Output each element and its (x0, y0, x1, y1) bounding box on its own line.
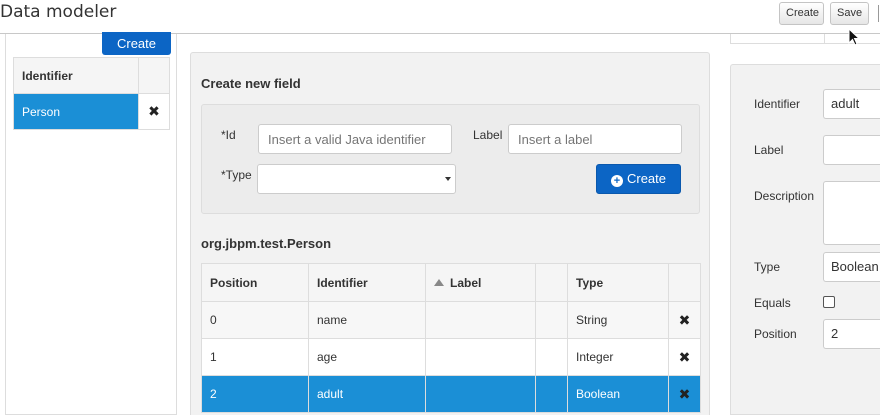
table-header-row: Identifier (13, 57, 170, 94)
app-title: Data modeler (0, 2, 117, 22)
top-bar: Data modeler Create Save (0, 0, 880, 34)
prop-description-textarea[interactable] (823, 181, 880, 245)
field-identifier: name (308, 301, 426, 339)
prop-label-label: Label (754, 143, 784, 157)
column-header-actions (668, 263, 701, 302)
field-blank (535, 338, 568, 376)
properties-tab-divider (824, 34, 825, 44)
column-header-label[interactable]: Label (425, 263, 536, 302)
field-position: 2 (201, 375, 309, 413)
column-header-actions (138, 57, 170, 94)
prop-description-label: Description (754, 189, 815, 203)
id-label: *Id (221, 128, 236, 142)
properties-form: Identifier adult Label Description Type … (730, 64, 880, 415)
field-type: Boolean (567, 375, 669, 413)
toolbar-save-button[interactable]: Save (830, 2, 869, 25)
delete-data-object-cell: ✖ (138, 93, 170, 130)
column-header-identifier[interactable]: Identifier (308, 263, 426, 302)
column-header-identifier[interactable]: Identifier (13, 57, 139, 94)
field-type: Integer (567, 338, 669, 376)
prop-type-select[interactable]: Boolean (823, 252, 880, 282)
prop-type-label: Type (754, 260, 781, 274)
create-data-object-button[interactable]: Create (102, 32, 171, 55)
field-label (425, 301, 536, 339)
table-row[interactable]: 0 name String ✖ (201, 301, 701, 339)
fields-table: Position Identifier Label Type 0 name St… (201, 263, 701, 413)
plus-circle-icon: + (610, 175, 623, 187)
prop-identifier-label: Identifier (754, 97, 801, 111)
label-label: Label (473, 128, 503, 142)
field-type: String (567, 301, 669, 339)
prop-position-input[interactable]: 2 (823, 319, 880, 349)
field-position: 1 (201, 338, 309, 376)
type-label: *Type (221, 168, 252, 182)
mouse-pointer-icon (848, 28, 861, 46)
create-field-button-label: Create (626, 171, 667, 186)
times-icon[interactable]: ✖ (679, 349, 691, 365)
table-header-row: Position Identifier Label Type (201, 263, 701, 302)
caret-down-icon (445, 177, 451, 181)
table-row[interactable]: Person ✖ (13, 93, 170, 130)
times-icon[interactable]: ✖ (679, 312, 691, 328)
prop-identifier-input[interactable]: adult (823, 89, 880, 119)
delete-field-cell: ✖ (668, 301, 701, 339)
data-object-identifier[interactable]: Person (13, 93, 139, 130)
class-name-title: org.jbpm.test.Person (201, 236, 332, 251)
field-position: 0 (201, 301, 309, 339)
delete-field-cell: ✖ (668, 338, 701, 376)
prop-label-input[interactable] (823, 135, 880, 165)
create-field-form: *Id Label *Type +Create (201, 104, 700, 214)
data-objects-panel: Create Identifier Person ✖ (5, 32, 177, 415)
column-header-position[interactable]: Position (201, 263, 309, 302)
label-input[interactable] (508, 124, 682, 154)
column-header-blank (535, 263, 568, 302)
field-blank (535, 375, 568, 413)
sort-up-icon (434, 278, 444, 286)
create-field-title: Create new field (201, 76, 301, 91)
field-label (425, 338, 536, 376)
data-objects-table: Identifier Person ✖ (13, 57, 170, 130)
prop-equals-checkbox[interactable] (823, 296, 835, 308)
id-input[interactable] (258, 124, 452, 154)
field-properties-panel: Identifier adult Label Description Type … (720, 34, 880, 415)
table-row-selected[interactable]: 2 adult Boolean ✖ (201, 375, 701, 413)
times-icon[interactable]: ✖ (679, 386, 691, 402)
column-header-label-text: Label (450, 275, 482, 290)
field-identifier: adult (308, 375, 426, 413)
toolbar-separator (878, 5, 879, 22)
prop-position-label: Position (754, 327, 797, 341)
field-label (425, 375, 536, 413)
delete-field-cell: ✖ (668, 375, 701, 413)
field-blank (535, 301, 568, 339)
table-row[interactable]: 1 age Integer ✖ (201, 338, 701, 376)
column-header-type[interactable]: Type (567, 263, 669, 302)
times-icon[interactable]: ✖ (148, 103, 160, 119)
toolbar-create-button[interactable]: Create (779, 2, 824, 25)
field-identifier: age (308, 338, 426, 376)
type-select[interactable] (257, 164, 456, 194)
create-field-button[interactable]: + Create (596, 164, 681, 194)
fields-panel: Create new field *Id Label *Type +Create… (190, 52, 710, 415)
prop-equals-label: Equals (754, 296, 791, 310)
